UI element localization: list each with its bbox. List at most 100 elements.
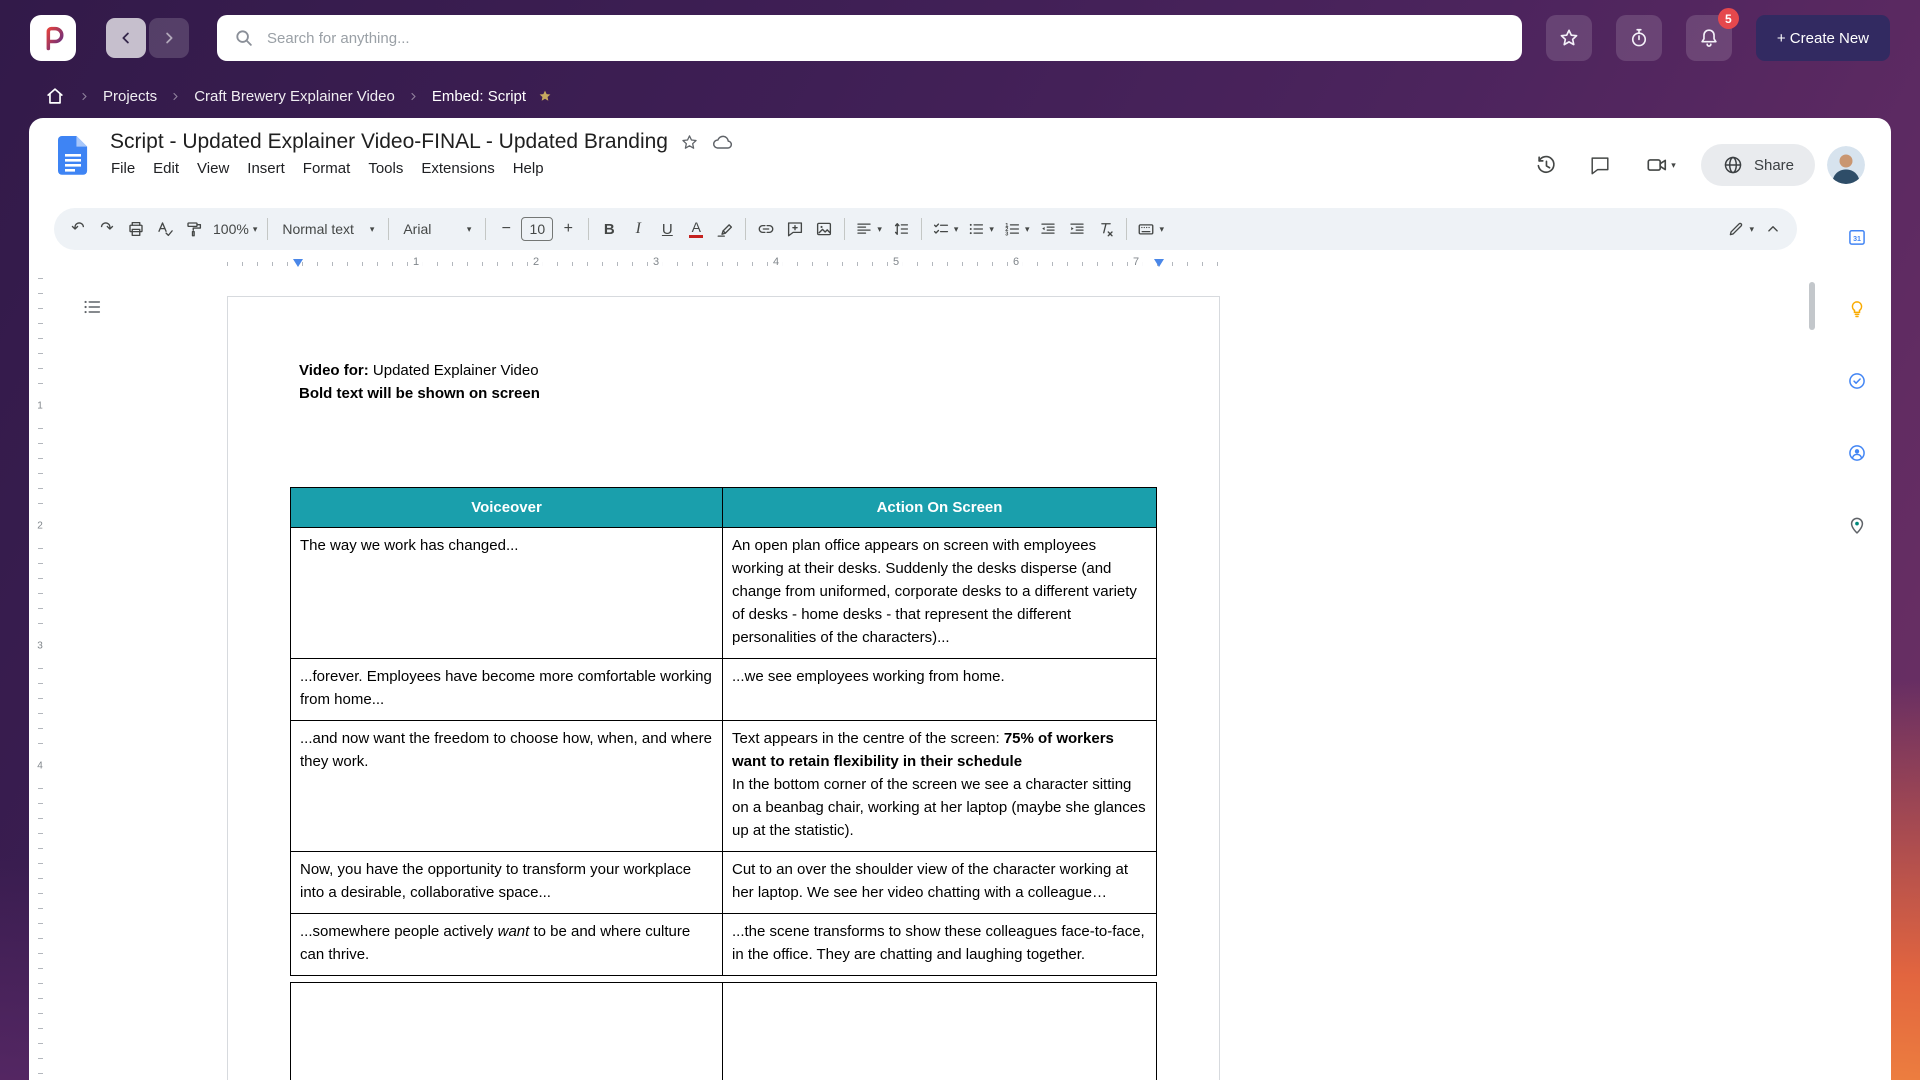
script-cell[interactable]: Text appears in the centre of the screen… <box>723 721 1157 852</box>
breadcrumb-project-name[interactable]: Craft Brewery Explainer Video <box>194 88 395 105</box>
font-size-input[interactable]: 10 <box>521 217 553 241</box>
script-cell[interactable]: ...somewhere people actively want to be … <box>291 914 723 976</box>
bold-button[interactable]: B <box>595 215 623 243</box>
editing-mode-button[interactable]: ▾ <box>1723 215 1758 243</box>
input-tools-button[interactable]: ▾ <box>1133 215 1168 243</box>
script-cell[interactable]: ...we see employees working from home. <box>723 659 1157 721</box>
highlight-color-button[interactable] <box>711 215 739 243</box>
paragraph-style-select[interactable]: Normal text▾ <box>274 215 382 243</box>
cloud-status-icon[interactable] <box>711 131 733 153</box>
menu-edit[interactable]: Edit <box>144 157 188 180</box>
comments-button[interactable] <box>1579 144 1621 186</box>
doc-paragraph[interactable]: Bold text will be shown on screen <box>299 382 1219 405</box>
horizontal-ruler[interactable]: 1234567 <box>54 252 1797 274</box>
app-logo-icon <box>39 24 67 52</box>
keep-lightbulb-icon <box>1847 299 1867 319</box>
script-cell[interactable]: An open plan office appears on screen wi… <box>723 528 1157 659</box>
toolbar-divider <box>921 218 922 240</box>
forward-button[interactable] <box>149 18 189 58</box>
menu-insert[interactable]: Insert <box>238 157 294 180</box>
script-cell[interactable]: ...and now want the freedom to choose ho… <box>291 721 723 852</box>
keep-panel-button[interactable] <box>1847 298 1869 320</box>
doc-star-icon[interactable] <box>680 133 699 152</box>
zoom-select[interactable]: 100%▾ <box>209 215 261 243</box>
font-family-select[interactable]: Arial▾ <box>395 215 479 243</box>
print-button[interactable] <box>122 215 150 243</box>
script-cell[interactable]: ...the scene transforms to show these co… <box>723 914 1157 976</box>
document-outline-button[interactable] <box>81 296 103 318</box>
create-new-button[interactable]: + Create New <box>1756 15 1890 61</box>
vertical-scrollbar[interactable] <box>1809 282 1815 330</box>
right-indent-marker[interactable] <box>1154 259 1164 267</box>
paint-format-button[interactable] <box>180 215 208 243</box>
script-cell[interactable]: The way we work has changed... <box>291 528 723 659</box>
menu-tools[interactable]: Tools <box>359 157 412 180</box>
menu-view[interactable]: View <box>188 157 238 180</box>
line-spacing-button[interactable] <box>887 215 915 243</box>
version-history-button[interactable] <box>1525 144 1567 186</box>
maps-panel-button[interactable] <box>1847 514 1869 536</box>
menu-format[interactable]: Format <box>294 157 360 180</box>
bell-icon <box>1698 27 1720 49</box>
numbered-list-button[interactable]: 123▾ <box>999 215 1034 243</box>
script-cell[interactable] <box>291 983 723 1080</box>
script-cell[interactable]: Now, you have the opportunity to transfo… <box>291 852 723 914</box>
docs-header-actions: ▾ Share <box>1525 144 1865 186</box>
increase-font-size-button[interactable]: + <box>554 215 582 243</box>
script-cell[interactable] <box>723 983 1157 1080</box>
align-button[interactable]: ▾ <box>851 215 886 243</box>
workspace-side-panel: 31 <box>1847 226 1869 536</box>
chevron-down-icon: ▾ <box>954 225 959 234</box>
doc-paragraph[interactable]: Video for: Updated Explainer Video <box>299 359 1219 382</box>
document-canvas[interactable]: 1234 Video for: Updated Explainer VideoB… <box>29 274 1891 1080</box>
doc-title[interactable]: Script - Updated Explainer Video-FINAL -… <box>110 130 668 154</box>
spell-check-button[interactable] <box>151 215 179 243</box>
menu-help[interactable]: Help <box>504 157 553 180</box>
favorites-button[interactable] <box>1546 15 1592 61</box>
hruler-number: 6 <box>1009 255 1023 269</box>
search-input[interactable] <box>267 30 1506 47</box>
menu-file[interactable]: File <box>102 157 144 180</box>
add-comment-button[interactable] <box>781 215 809 243</box>
breadcrumb-projects[interactable]: Projects <box>103 88 157 105</box>
tasks-icon <box>1847 371 1867 391</box>
hide-menus-button[interactable] <box>1759 215 1787 243</box>
global-search[interactable] <box>217 15 1522 61</box>
increase-indent-button[interactable] <box>1063 215 1091 243</box>
meet-button[interactable]: ▾ <box>1633 144 1689 186</box>
toolbar-row: ↶ ↷ 100%▾ Normal text▾ Arial▾ − 10 + B I… <box>29 206 1891 252</box>
decrease-indent-button[interactable] <box>1034 215 1062 243</box>
notifications-button[interactable]: 5 <box>1686 15 1732 61</box>
calendar-panel-button[interactable]: 31 <box>1847 226 1869 248</box>
undo-button[interactable]: ↶ <box>64 215 92 243</box>
underline-button[interactable]: U <box>653 215 681 243</box>
insert-link-button[interactable] <box>752 215 780 243</box>
home-icon[interactable] <box>44 85 66 107</box>
redo-button[interactable]: ↷ <box>93 215 121 243</box>
menu-extensions[interactable]: Extensions <box>412 157 503 180</box>
globe-icon <box>1722 154 1744 176</box>
timer-button[interactable] <box>1616 15 1662 61</box>
back-button[interactable] <box>106 18 146 58</box>
script-cell[interactable]: ...forever. Employees have become more c… <box>291 659 723 721</box>
app-logo[interactable] <box>30 15 76 61</box>
tasks-panel-button[interactable] <box>1847 370 1869 392</box>
document-page[interactable]: Video for: Updated Explainer VideoBold t… <box>227 296 1220 1080</box>
favorite-star-icon[interactable] <box>538 89 552 103</box>
breadcrumb-current-page: Embed: Script <box>432 88 526 105</box>
user-avatar[interactable] <box>1827 146 1865 184</box>
increase-indent-icon <box>1068 220 1086 238</box>
script-cell[interactable]: Cut to an over the shoulder view of the … <box>723 852 1157 914</box>
insert-image-button[interactable] <box>810 215 838 243</box>
decrease-font-size-button[interactable]: − <box>492 215 520 243</box>
italic-button[interactable]: I <box>624 215 652 243</box>
svg-text:31: 31 <box>1853 235 1861 243</box>
text-color-button[interactable]: A <box>682 215 710 243</box>
left-indent-marker[interactable] <box>293 259 303 267</box>
checklist-button[interactable]: ▾ <box>928 215 963 243</box>
clear-formatting-button[interactable] <box>1092 215 1120 243</box>
contacts-panel-button[interactable] <box>1847 442 1869 464</box>
share-button[interactable]: Share <box>1701 144 1815 186</box>
pencil-icon <box>1727 220 1745 238</box>
bulleted-list-button[interactable]: ▾ <box>963 215 998 243</box>
